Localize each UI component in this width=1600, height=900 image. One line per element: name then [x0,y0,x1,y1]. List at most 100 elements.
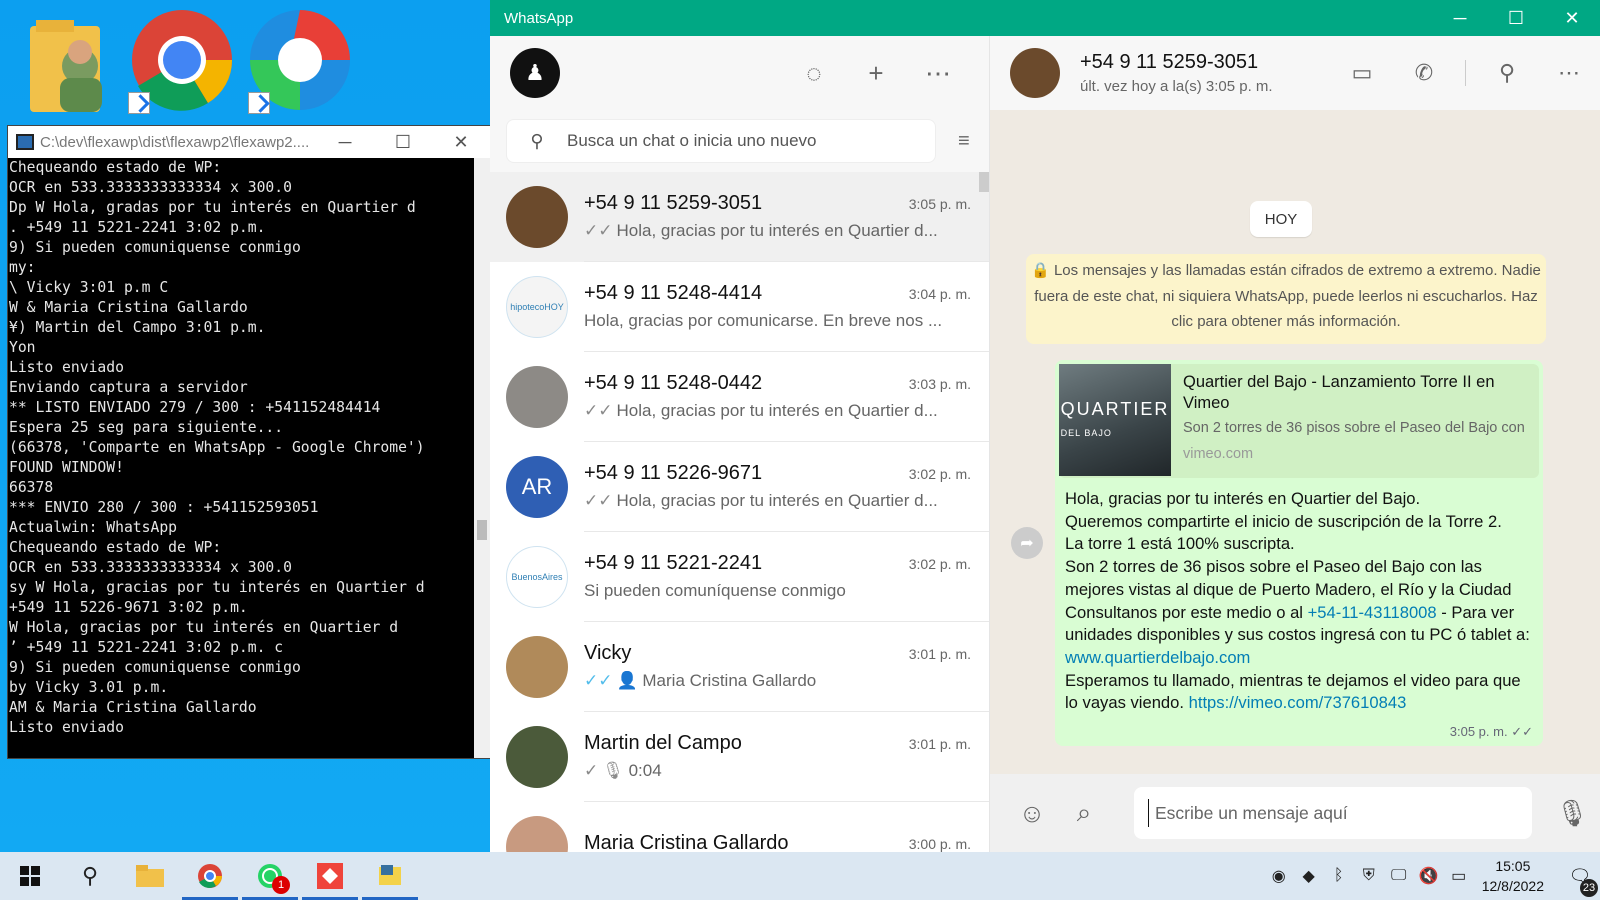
voice-call-icon[interactable]: ✆ [1393,60,1455,86]
scrollbar-thumb[interactable] [477,520,487,540]
website-link[interactable]: www.quartierdelbajo.com [1065,648,1250,667]
double-check-icon: ✓✓ [1511,724,1533,739]
avatar-initials: BuenosAires [511,572,563,582]
notification-icon[interactable]: 🗨 23 [1560,866,1600,897]
console-line: ** LISTO ENVIADO 279 / 300 : +5411524844… [9,399,381,416]
console-line: Actualwin: WhatsApp [9,519,178,536]
search-input[interactable]: ⚲ Busca un chat o inicia uno nuevo [506,119,936,163]
console-scrollbar[interactable] [474,158,490,758]
video-thumbnail[interactable]: QUARTIER DEL BAJO [1059,364,1171,476]
chat-avatar[interactable]: hipotecoHOY [506,276,568,338]
chat-avatar[interactable] [506,816,568,852]
battery-icon[interactable]: ▭ [1444,866,1474,886]
start-button[interactable] [0,852,60,900]
chat-row[interactable]: hipotecoHOY +54 9 11 5248-4414 3:04 p. m. H… [490,262,989,352]
message-line: Son 2 torres de 36 pisos sobre el Paseo … [1065,557,1512,599]
message-line: Hola, gracias por tu interés en Quartier… [1065,489,1421,508]
profile-avatar[interactable]: ♟ [510,48,560,98]
whatsapp-titlebar[interactable]: WhatsApp ─ ☐ ✕ [490,0,1600,36]
whatsapp-taskbar-icon[interactable]: 1 [240,852,300,900]
maximize-button[interactable]: ☐ [1488,8,1544,29]
conversation-header[interactable]: +54 9 11 5259-3051 últ. vez hoy a la(s) … [990,36,1600,110]
chat-avatar[interactable] [506,366,568,428]
anydesk-tray-icon[interactable]: ◆ [1294,866,1324,886]
chrome-taskbar-icon[interactable] [180,852,240,900]
chat-avatar[interactable] [506,186,568,248]
video-call-icon[interactable]: ▭ [1331,60,1393,86]
message-timestamp: 3:05 p. m. [1449,724,1508,739]
divider [1465,60,1466,86]
network-icon[interactable]: 🖵 [1384,867,1414,885]
status-icon[interactable]: ◌ [783,58,845,89]
message-bubble[interactable]: QUARTIER DEL BAJO Quartier del Bajo - Lan… [1055,360,1543,746]
contact-name[interactable]: +54 9 11 5259-3051 [1080,51,1331,74]
edge-shortcut-icon[interactable] [248,8,352,114]
contact-avatar[interactable] [1010,48,1060,98]
console-line: sy W Hola, gracias por tu interés en Qua… [9,579,425,596]
minimize-button[interactable]: ─ [1432,8,1488,29]
security-icon[interactable]: ⛨ [1354,867,1384,885]
search-icon[interactable]: ⚲ [1476,60,1538,86]
close-button[interactable]: ✕ [432,132,490,153]
forward-icon[interactable]: ➦ [1011,527,1043,559]
emoji-icon[interactable]: ☺ [1006,798,1058,829]
chat-row[interactable]: BuenosAires +54 9 11 5221-2241 3:02 p. m. S… [490,532,989,622]
console-line: 66378 [9,479,54,496]
file-explorer-icon[interactable] [120,852,180,900]
volume-muted-icon[interactable]: 🔇 [1414,866,1444,886]
console-line: \ Vicky 3:01 p.m C [9,279,169,296]
chrome-tray-icon[interactable]: ◉ [1264,866,1294,886]
console-title: C:\dev\flexawp\dist\flexawp2\flexawp2...… [40,133,310,151]
chrome-shortcut-icon[interactable] [128,8,233,114]
close-button[interactable]: ✕ [1544,8,1600,29]
chat-avatar[interactable] [506,726,568,788]
message-input[interactable]: Escribe un mensaje aquí [1134,787,1532,839]
bluetooth-icon[interactable]: ᛒ [1324,867,1354,885]
chat-row[interactable]: Vicky 3:01 p. m. ✓✓ 👤 Maria Cristina Gallar… [490,622,989,712]
console-window[interactable]: C:\dev\flexawp\dist\flexawp2\flexawp2...… [7,125,491,759]
chat-row[interactable]: +54 9 11 5259-3051 3:05 p. m. ✓✓ Hola, grac… [490,172,989,262]
console-app-icon [16,134,34,150]
message-time: 3:05 p. m. ✓✓ [1450,724,1533,740]
unread-badge: 1 [272,876,290,894]
chat-avatar[interactable]: BuenosAires [506,546,568,608]
chat-list[interactable]: +54 9 11 5259-3051 3:05 p. m. ✓✓ Hola, grac… [490,172,989,852]
chat-time: 3:00 p. m. [908,836,971,852]
clock[interactable]: 15:05 12/8/2022 [1482,856,1544,896]
chat-row[interactable]: +54 9 11 5248-0442 3:03 p. m. ✓✓ Hola, grac… [490,352,989,442]
user-folder-icon[interactable] [18,8,122,114]
chat-name: +54 9 11 5259-3051 [584,192,763,214]
phone-link[interactable]: +54-11-43118008 [1308,603,1437,622]
minimize-button[interactable]: ─ [316,132,374,153]
menu-icon[interactable]: ⋯ [1538,60,1600,86]
microphone-icon[interactable]: 🎙 [1546,798,1598,829]
search-icon[interactable]: ⚲ [60,852,120,900]
console-line: ’ +549 11 5221-2241 3:02 p.m. c [9,639,284,656]
whatsapp-window[interactable]: WhatsApp ─ ☐ ✕ ♟ ◌ + ⋯ ⚲ Busca un chat o… [490,0,1600,852]
chat-avatar[interactable] [506,636,568,698]
console-line: Enviando captura a servidor [9,379,248,396]
maximize-button[interactable]: ☐ [374,132,432,153]
chat-row[interactable]: Maria Cristina Gallardo 3:00 p. m. [490,802,989,852]
new-chat-icon[interactable]: + [845,58,907,89]
console-output: Chequeando estado de WP: OCR en 533.33333… [8,158,474,758]
chat-name: +54 9 11 5248-4414 [584,282,763,304]
anydesk-taskbar-icon[interactable] [300,852,360,900]
link-preview[interactable]: QUARTIER DEL BAJO Quartier del Bajo - Lan… [1059,364,1539,478]
console-titlebar[interactable]: C:\dev\flexawp\dist\flexawp2\flexawp2...… [8,126,490,158]
chat-row[interactable]: Martin del Campo 3:01 p. m. ✓ 🎙 0:04 [490,712,989,802]
thumbnail-subtitle: DEL BAJO [1060,428,1112,438]
python-taskbar-icon[interactable] [360,852,420,900]
console-line: 9) Si pueden comuniquense conmigo [9,659,301,676]
video-link[interactable]: https://vimeo.com/737610843 [1189,693,1407,712]
encryption-notice[interactable]: 🔒 Los mensajes y las llamadas están cifr… [1026,254,1546,344]
chat-name: +54 9 11 5248-0442 [584,372,763,394]
filter-icon[interactable]: ≡ [958,130,970,153]
chat-avatar[interactable]: AR [506,456,568,518]
chat-list-scrollbar[interactable] [979,172,989,192]
menu-icon[interactable]: ⋯ [907,58,969,89]
chat-row[interactable]: AR +54 9 11 5226-9671 3:02 p. m. ✓✓ Hola, gr… [490,442,989,532]
double-check-icon: ✓✓ [584,491,613,510]
chat-preview: Hola, gracias por comunicarse. En breve … [584,311,943,330]
attach-icon[interactable]: ⌕ [1058,797,1110,829]
